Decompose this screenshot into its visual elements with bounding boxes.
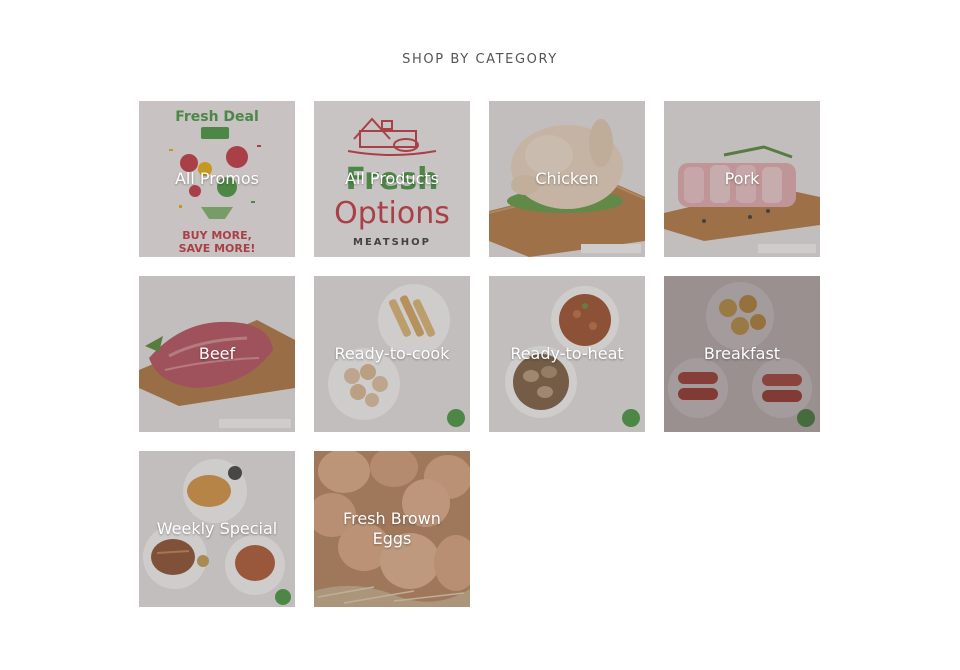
category-tile-chicken[interactable]: Chicken: [489, 101, 645, 257]
category-label: Weekly Special: [156, 519, 278, 538]
category-tile-weekly-special[interactable]: Weekly Special: [139, 451, 295, 607]
category-label: Breakfast: [703, 344, 781, 363]
category-tile-all-promos[interactable]: Fresh Deal BUY MORE, SAVE MORE! All Prom…: [139, 101, 295, 257]
category-label: Beef: [198, 344, 236, 363]
category-label: Pork: [724, 169, 760, 188]
category-grid: Fresh Deal BUY MORE, SAVE MORE! All Prom…: [139, 101, 820, 607]
category-label: Chicken: [535, 169, 599, 188]
category-label: Ready-to-heat: [510, 344, 624, 363]
category-label: All Products: [344, 169, 439, 188]
section-title: SHOP BY CATEGORY: [402, 52, 558, 67]
category-tile-fresh-brown-eggs[interactable]: Fresh Brown Eggs: [314, 451, 470, 607]
category-tile-ready-to-cook[interactable]: Ready-to-cook: [314, 276, 470, 432]
category-tile-pork[interactable]: Pork: [664, 101, 820, 257]
category-label: Ready-to-cook: [334, 344, 450, 363]
category-tile-breakfast[interactable]: Breakfast: [664, 276, 820, 432]
category-tile-beef[interactable]: Beef: [139, 276, 295, 432]
category-label: Fresh Brown Eggs: [343, 509, 441, 548]
category-tile-all-products[interactable]: Fresh Options MEATSHOP All Products: [314, 101, 470, 257]
category-label: All Promos: [174, 169, 259, 188]
category-tile-ready-to-heat[interactable]: Ready-to-heat: [489, 276, 645, 432]
